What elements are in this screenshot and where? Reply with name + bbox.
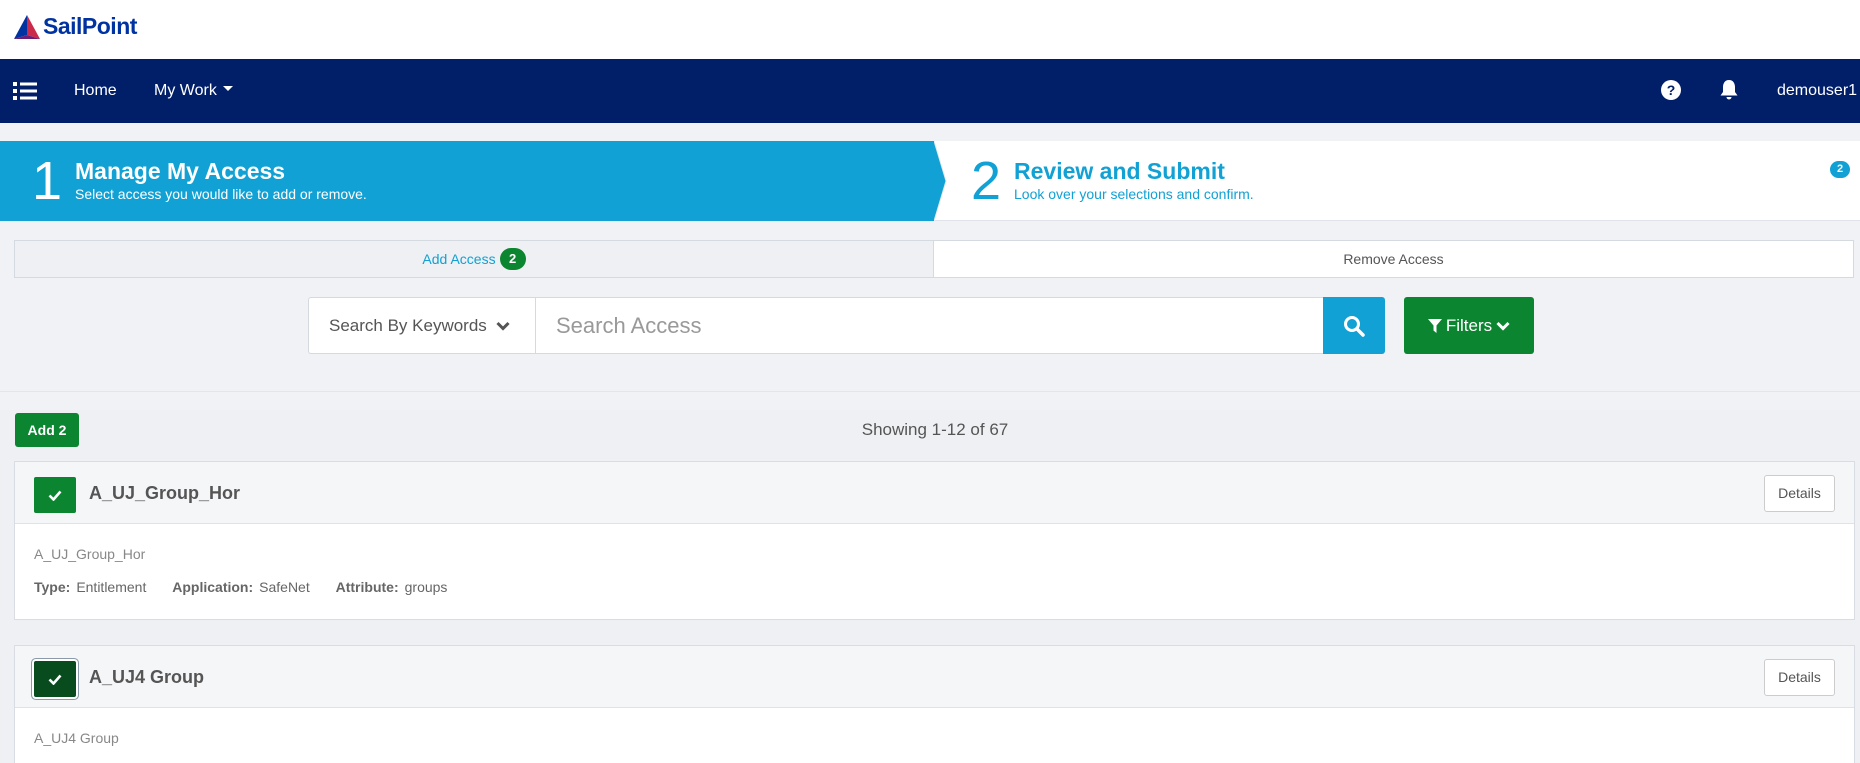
logo-bar: SailPoint: [0, 0, 1860, 59]
caret-down-icon: [222, 86, 233, 92]
brand-name: SailPoint: [43, 13, 137, 39]
tab-remove-access[interactable]: Remove Access: [934, 240, 1854, 278]
item-description: A_UJ4 Group: [34, 730, 119, 746]
search-bar: Search By Keywords: [308, 297, 1385, 354]
item-meta: Type: Entitlement Application: SafeNet Att…: [34, 579, 1854, 595]
access-tabs: Add Access 2 Remove Access: [14, 240, 1854, 278]
check-icon: [48, 674, 62, 685]
sailpoint-logo[interactable]: SailPoint: [14, 13, 137, 40]
card-header: A_UJ_Group_Hor Details: [15, 462, 1854, 524]
attribute-label: Attribute:: [335, 579, 399, 595]
cart-count-badge: 2: [1830, 161, 1850, 178]
step-arrow: [934, 141, 947, 221]
access-request-wizard: 1 Manage My Access Select access you wou…: [0, 141, 1860, 221]
application-value: SafeNet: [259, 579, 310, 595]
card-header: A_UJ4 Group Details: [15, 646, 1854, 708]
type-label: Type:: [34, 579, 71, 595]
nav-my-work-label: My Work: [154, 82, 217, 99]
top-navbar: Home My Work ? demouser1: [0, 59, 1860, 123]
step-title: Review and Submit: [1014, 158, 1225, 184]
tab-label: Add Access: [422, 251, 496, 267]
step-subtitle: Look over your selections and confirm.: [1014, 186, 1254, 202]
attribute-value: groups: [404, 579, 448, 595]
search-icon: [1344, 315, 1365, 337]
search-input[interactable]: [535, 297, 1323, 354]
details-button[interactable]: Details: [1764, 475, 1835, 512]
details-button[interactable]: Details: [1764, 659, 1835, 696]
wizard-step-review-submit[interactable]: 2 Review and Submit Look over your selec…: [948, 141, 1860, 221]
select-checkbox[interactable]: [34, 661, 76, 697]
chevron-down-icon: [1496, 321, 1510, 331]
sailpoint-sail-icon: [14, 14, 40, 39]
help-circle-icon[interactable]: ?: [1661, 80, 1681, 100]
step-title: Manage My Access: [75, 158, 286, 184]
item-description: A_UJ_Group_Hor: [34, 546, 146, 562]
check-icon: [48, 490, 62, 501]
section-divider: [0, 391, 1860, 411]
step-subtitle: Select access you would like to add or r…: [75, 186, 367, 202]
nav-home-link[interactable]: Home: [74, 59, 117, 123]
access-item-card: A_UJ4 Group Details A_UJ4 Group: [14, 645, 1855, 763]
item-title: A_UJ_Group_Hor: [89, 483, 241, 503]
tab-label: Remove Access: [1343, 251, 1444, 267]
tab-add-access[interactable]: Add Access 2: [14, 240, 934, 278]
search-type-label: Search By Keywords: [329, 316, 487, 335]
card-body: A_UJ4 Group: [15, 708, 1854, 746]
type-value: Entitlement: [76, 579, 147, 595]
access-item-card: A_UJ_Group_Hor Details A_UJ_Group_Hor Ty…: [14, 461, 1855, 620]
wizard-step-manage-access[interactable]: 1 Manage My Access Select access you wou…: [0, 141, 934, 221]
user-menu[interactable]: demouser1: [1777, 59, 1857, 123]
tab-count-badge: 2: [499, 248, 526, 271]
svg-text:?: ?: [1667, 82, 1676, 98]
bell-icon[interactable]: [1719, 79, 1739, 101]
filters-button[interactable]: Filters: [1404, 297, 1534, 354]
filters-label: Filters: [1445, 315, 1493, 335]
card-body: A_UJ_Group_Hor Type: Entitlement Applicat…: [15, 524, 1854, 595]
list-menu-icon[interactable]: [13, 81, 37, 101]
step-number: 2: [971, 151, 1002, 211]
item-title: A_UJ4 Group: [89, 667, 205, 687]
nav-my-work-menu[interactable]: My Work: [154, 59, 233, 123]
application-label: Application:: [172, 579, 254, 595]
results-count: Showing 1-12 of 67: [861, 420, 1009, 439]
select-checkbox[interactable]: [34, 477, 76, 513]
chevron-down-icon: [495, 321, 510, 331]
search-button[interactable]: [1323, 297, 1385, 354]
search-type-dropdown[interactable]: Search By Keywords: [308, 297, 535, 354]
filter-icon: [1427, 318, 1442, 333]
step-number: 1: [32, 151, 63, 211]
